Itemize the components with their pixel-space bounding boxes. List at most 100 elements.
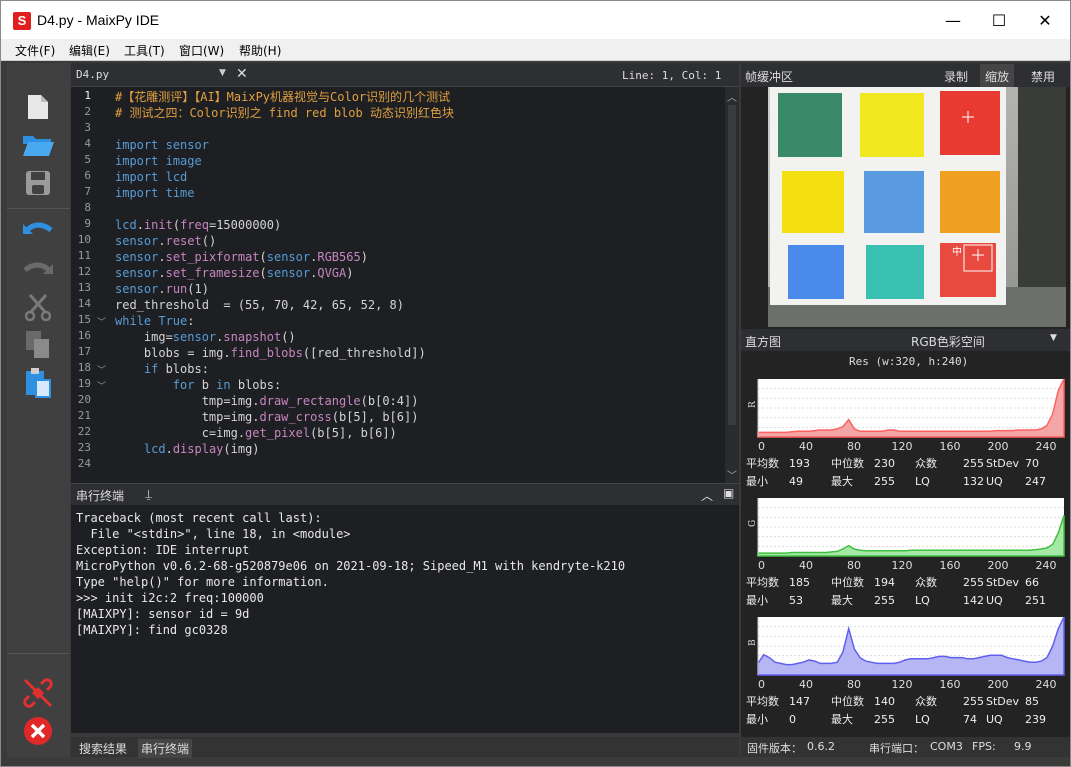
code-line: sensor.run(1) [115,282,209,296]
code-line: lcd.init(freq=15000000) [115,218,282,232]
minimize-button[interactable]: — [930,1,976,39]
code-area[interactable]: #【花雕测评】【AI】MaixPy机器视觉与Color识别的几个测试 # 测试之四… [115,87,725,483]
histogram-stat: 众数 [915,695,937,708]
stop-icon[interactable] [21,715,55,747]
zoom-button[interactable]: 缩放 [980,64,1015,89]
line-number: 22 [77,425,91,438]
code-line: import time [115,186,195,200]
histogram-stat: 255 [963,695,984,708]
redo-icon[interactable] [21,253,55,285]
collapse-icon[interactable]: ︿ [701,487,713,504]
serial-port-label: 串行端口： [869,742,924,755]
editor-file-tab[interactable]: D4.py [76,68,109,81]
line-number: 13 [77,281,91,294]
code-line: c=img.get_pixel(b[5], b[6]) [115,426,397,440]
histogram-stat: 中位数 [831,694,864,708]
save-icon[interactable] [21,167,55,199]
menu-window[interactable]: 窗口(W) [179,42,224,59]
menu-file[interactable]: 文件(F) [15,42,55,59]
histogram-stat: 194 [874,576,895,589]
histogram-stat: 最大 [831,593,853,607]
serial-line: File "<stdin>", line 18, in <module> [76,527,351,541]
connect-icon[interactable] [21,677,55,709]
menu-tools[interactable]: 工具(T) [124,42,165,59]
histogram-stat: 众数 [915,457,937,470]
histogram-tick-label: 160 [940,559,961,572]
histogram-stat: UQ [986,713,1003,726]
histogram-stat: StDev [986,695,1020,708]
editor-tab-bar: D4.py ▼ ✕ Line: 1, Col: 1 [71,63,739,87]
colorspace-select[interactable]: RGB色彩空间 [911,333,985,350]
code-line: while True: [115,314,195,328]
disable-button[interactable]: 禁用 [1031,68,1055,85]
histogram-stat: 255 [874,475,895,488]
histogram-tick-label: 200 [988,440,1009,453]
histogram-stat: LQ [915,713,930,726]
left-toolbar [7,63,70,757]
cursor-position: Line: 1, Col: 1 [622,69,722,82]
title-bar: S D4.py - MaixPy IDE — ☐ ✕ [1,1,1070,39]
histogram-stat: 最大 [831,712,853,726]
menu-help[interactable]: 帮助(H) [239,42,281,59]
line-number: 15 [77,313,91,326]
histogram-stat: StDev [986,457,1020,470]
serial-terminal-header: 串行终端 ⍊ ︿ ▣ [71,483,739,505]
tab-search-results[interactable]: 搜索结果 [76,739,130,758]
menu-edit[interactable]: 编辑(E) [69,42,110,59]
line-number: 7 [84,185,91,198]
cut-icon[interactable] [21,291,55,323]
close-button[interactable]: ✕ [1022,1,1068,39]
histogram-stat: 53 [789,594,803,607]
histogram-stat: 平均数 [746,695,779,708]
histogram-tick-label: 0 [758,559,765,572]
histogram-tick-label: 0 [758,678,765,691]
histogram-stat: 239 [1025,713,1046,726]
histogram-tick-label: 120 [892,678,913,691]
line-number: 8 [84,201,91,214]
undo-icon[interactable] [21,215,55,247]
tab-serial-terminal[interactable]: 串行终端 [138,739,193,758]
histogram-tick-label: 240 [1036,678,1057,691]
histogram-tick-label: 120 [892,559,913,572]
new-file-icon[interactable] [21,91,55,123]
paste-icon[interactable] [21,367,55,399]
editor-scrollbar[interactable]: ︿ ﹀ [725,87,739,483]
line-number: 17 [77,345,91,358]
histogram-tick-label: 200 [988,678,1009,691]
line-number: 21 [77,409,91,422]
line-number: 16 [77,329,91,342]
right-panel: 帧缓冲区 录制 缩放 禁用 中 直方图 RGB色彩空间 ▼ Res (w:320… [741,63,1070,757]
histogram-channel-label: G [748,520,758,527]
maximize-button[interactable]: ☐ [976,1,1022,39]
close-file-icon[interactable]: ✕ [236,66,248,82]
code-line: sensor.set_pixformat(sensor.RGB565) [115,250,368,264]
line-number: 20 [77,393,91,406]
histogram-stat: UQ [986,594,1003,607]
open-folder-icon[interactable] [21,129,55,161]
maximize-panel-icon[interactable]: ▣ [723,486,734,500]
fold-icon[interactable]: ﹀ [97,315,106,328]
file-dropdown-icon[interactable]: ▼ [219,68,226,78]
histogram-stat: StDev [986,576,1020,589]
serial-terminal[interactable]: Traceback (most recent call last): File … [71,505,739,733]
histogram-stat: 132 [963,475,984,488]
fold-icon[interactable]: ﹀ [97,363,106,376]
record-button[interactable]: 录制 [944,68,968,85]
histogram-tick-label: 200 [988,559,1009,572]
histogram-tick-label: 120 [892,440,913,453]
fold-icon[interactable]: ﹀ [97,379,106,392]
copy-icon[interactable] [21,329,55,361]
histogram-tick-label: 0 [758,440,765,453]
serial-terminal-title: 串行终端 [76,489,125,503]
serial-line: Type "help()" for more information. [76,575,329,589]
histogram-stat: 49 [789,475,803,488]
histogram-stat: LQ [915,594,930,607]
line-number: 9 [84,217,91,230]
histogram-stat: 70 [1025,457,1039,470]
clear-terminal-icon[interactable]: ⍊ [145,487,152,502]
colorspace-dropdown-icon[interactable]: ▼ [1050,333,1057,343]
histogram-stat: 142 [963,594,984,607]
line-number: 3 [84,121,91,134]
line-number: 11 [77,249,91,262]
serial-line: >>> init i2c:2 freq:100000 [76,591,264,605]
